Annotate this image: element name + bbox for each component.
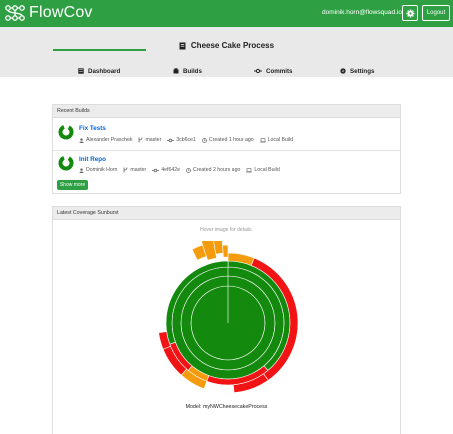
sunburst-center[interactable] [190, 285, 266, 361]
user-icon [79, 137, 84, 143]
commit-icon [152, 168, 160, 172]
project-header: Cheese Cake Process Dashboard Builds Com… [0, 27, 453, 77]
tab-commits[interactable]: Commits [254, 65, 292, 77]
flowcov-logo-icon [5, 5, 25, 21]
clock-icon [186, 167, 191, 173]
build-meta: Alexander Praschek master 3cb6ce1 Create… [79, 137, 293, 143]
card-header: Recent Builds [53, 105, 400, 118]
settings-button[interactable] [402, 5, 418, 21]
tab-bar: Dashboard Builds Commits Settings [0, 65, 453, 77]
build-branch: master [130, 167, 147, 173]
build-title[interactable]: Fix Tests [79, 125, 106, 132]
build-author: Alexander Praschek [86, 137, 133, 143]
coverage-sunburst[interactable] [151, 241, 305, 395]
project-title-text: Cheese Cake Process [190, 41, 275, 50]
brand-name: FlowCov [29, 4, 93, 21]
clock-icon [202, 137, 207, 143]
build-source: Local Build [267, 137, 294, 143]
build-row[interactable]: Fix Tests Alexander Praschek master 3cb6… [53, 119, 400, 150]
branch-icon [124, 167, 128, 173]
tab-settings-label: Settings [350, 67, 375, 75]
tab-dashboard-label: Dashboard [88, 67, 121, 75]
gear-icon [405, 8, 415, 18]
tab-builds-label: Builds [183, 67, 202, 75]
user-email: dominik.horn@flowsquad.io [322, 9, 402, 16]
active-tab-indicator [53, 49, 146, 51]
coverage-sunburst-card: Latest Coverage Sunburst Hover image for… [52, 206, 401, 434]
build-author: Dominik Horn [86, 167, 118, 173]
coverage-ring-icon [58, 124, 74, 140]
recent-builds-card: Recent Builds Fix Tests Alexander Prasch… [52, 104, 401, 194]
branch-icon [139, 137, 143, 143]
build-commit: 3cb6ce1 [176, 137, 196, 143]
model-label: Model: myNWCheesecakeProcess [185, 404, 268, 410]
logout-button[interactable]: Logout [422, 5, 450, 21]
show-more-button[interactable]: Show more [57, 180, 88, 190]
builds-icon [173, 68, 179, 74]
tab-settings[interactable]: Settings [340, 65, 374, 77]
gear-icon [340, 68, 346, 74]
top-navbar: FlowCov dominik.horn@flowsquad.io Logout [0, 0, 453, 27]
build-created: Created 1 hour ago [208, 137, 254, 143]
build-branch: master [145, 137, 162, 143]
build-created: Created 2 hours ago [193, 167, 241, 173]
commit-icon [254, 68, 262, 74]
build-row[interactable]: Init Repo Dominik Horn master 4ef642e Cr… [53, 151, 400, 179]
build-commit: 4ef642e [161, 167, 181, 173]
build-source: Local Build [254, 167, 280, 173]
laptop-icon [259, 137, 266, 142]
hover-hint: Hover image for details. [200, 227, 253, 233]
build-meta: Dominik Horn master 4ef642e Created 2 ho… [79, 167, 280, 173]
sunburst-spike[interactable] [222, 244, 229, 258]
commit-icon [167, 138, 175, 142]
tab-builds[interactable]: Builds [173, 65, 202, 77]
dashboard-icon [78, 68, 84, 74]
user-icon [79, 167, 84, 173]
coverage-ring-icon [58, 155, 74, 171]
laptop-icon [246, 167, 253, 172]
document-icon [179, 42, 186, 50]
build-title[interactable]: Init Repo [79, 156, 106, 163]
card-header: Latest Coverage Sunburst [53, 207, 400, 220]
brand-logo[interactable]: FlowCov [4, 4, 93, 22]
tab-commits-label: Commits [266, 67, 293, 75]
tab-dashboard[interactable]: Dashboard [78, 65, 120, 77]
